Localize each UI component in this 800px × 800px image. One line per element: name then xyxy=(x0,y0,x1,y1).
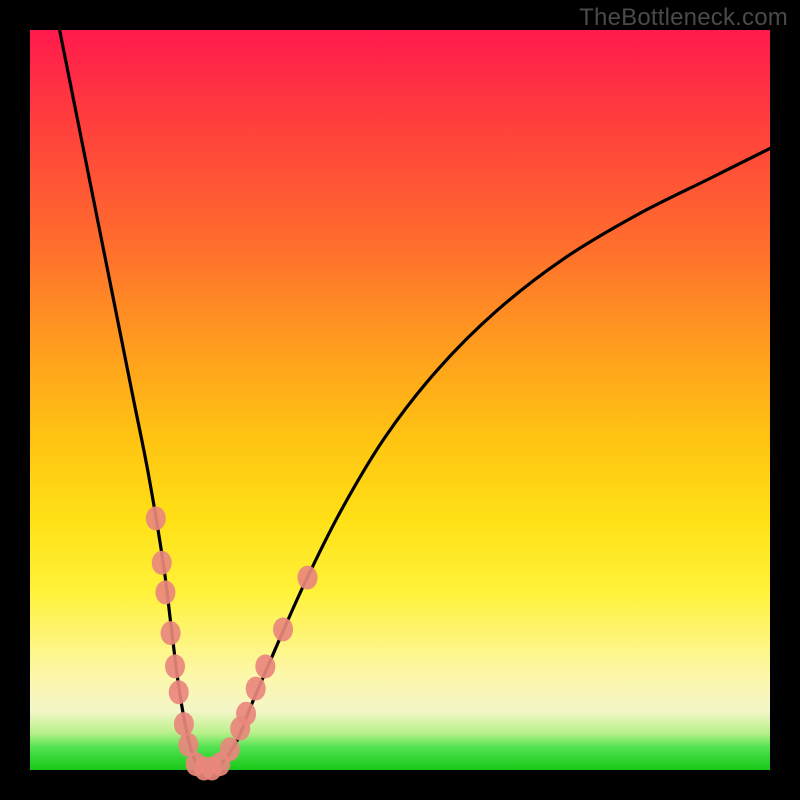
curve-marker xyxy=(169,680,189,704)
curve-marker xyxy=(255,654,275,678)
curve-marker xyxy=(152,551,172,575)
curve-marker xyxy=(155,580,175,604)
curve-marker xyxy=(246,677,266,701)
curve-marker xyxy=(174,712,194,736)
curve-layer xyxy=(30,30,770,770)
curve-marker xyxy=(146,506,166,530)
curve-markers xyxy=(146,506,318,780)
curve-marker xyxy=(220,737,240,761)
curve-marker xyxy=(161,621,181,645)
watermark-text: TheBottleneck.com xyxy=(579,4,788,32)
plot-area xyxy=(30,30,770,770)
curve-marker xyxy=(165,654,185,678)
chart-frame: TheBottleneck.com xyxy=(0,0,800,800)
curve-marker xyxy=(273,617,293,641)
bottleneck-curve xyxy=(60,30,770,771)
curve-marker xyxy=(298,566,318,590)
curve-marker xyxy=(236,702,256,726)
